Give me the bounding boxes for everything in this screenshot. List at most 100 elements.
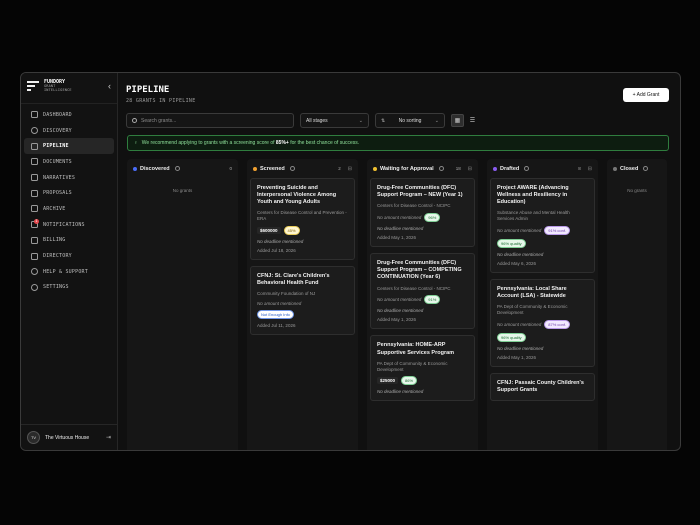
column-title: Closed <box>620 165 639 172</box>
sidebar-item-proposals[interactable]: PROPOSALS <box>24 185 114 201</box>
sort-select-value: No sorting <box>398 117 422 124</box>
card-added: Added May 1, 2026 <box>377 235 417 241</box>
column-screened: Screened 2 ⊟ Preventing Suicide and Inte… <box>247 159 358 450</box>
archive-icon <box>31 205 38 213</box>
lightbulb-icon: ♀ <box>134 140 138 146</box>
status-dot <box>253 166 257 171</box>
user-profile[interactable]: TV The Virtuous House ⇥ <box>21 424 117 450</box>
card-org: Centers for Disease Control - NCIPC <box>377 285 451 291</box>
column-menu-icon[interactable]: ⊟ <box>588 166 592 172</box>
status-dot <box>133 166 137 171</box>
column-menu-icon[interactable]: ⊟ <box>348 166 352 172</box>
logout-icon[interactable]: ⇥ <box>106 434 111 441</box>
help-icon <box>31 268 38 276</box>
column-menu-icon[interactable]: ⊟ <box>468 166 472 172</box>
quality-badge: 96% quality <box>497 333 526 343</box>
status-dot <box>613 166 617 171</box>
grant-card[interactable]: Pennsylvania: HOME-ARP Supportive Servic… <box>370 335 475 402</box>
column-header: Closed <box>607 159 667 178</box>
search-input[interactable] <box>141 117 281 124</box>
sidebar-nav: DASHBOARD DISCOVERY PIPELINE DOCUMENTS N… <box>21 103 117 295</box>
card-amount: $25000 <box>377 377 399 385</box>
grant-card[interactable]: Preventing Suicide and Interpersonal Vio… <box>250 178 355 261</box>
card-deadline: No deadline mentioned <box>497 346 544 352</box>
column-header: Drafted 8 ⊟ <box>487 159 598 178</box>
sidebar-item-discovery[interactable]: DISCOVERY <box>24 123 114 139</box>
column-count: 18 <box>455 166 461 171</box>
card-deadline: No deadline mentioned <box>497 252 544 258</box>
sidebar-item-archive[interactable]: ARCHIVE <box>24 201 114 217</box>
search-icon <box>132 118 137 123</box>
column-waiting-for-approval: Waiting for Approval 18 ⊟ Drug-Free Comm… <box>367 159 478 450</box>
card-added: Added May 6, 2026 <box>497 261 537 267</box>
quality-badge: 96% quality <box>497 239 526 249</box>
grant-card[interactable]: CFNJ: St. Clare's Children's Behavioral … <box>250 266 355 336</box>
grant-card[interactable]: Drug-Free Communities (DFC) Support Prog… <box>370 253 475 330</box>
info-icon[interactable] <box>174 166 180 171</box>
column-discovered: Discovered 0 No grants <box>127 159 238 450</box>
card-added: Added Jul 11, 2026 <box>257 323 296 329</box>
confidence-badge: 87% conf. <box>544 320 571 330</box>
column-header: Screened 2 ⊟ <box>247 159 358 178</box>
grant-card[interactable]: Project AWARE (Advancing Wellness and Re… <box>490 178 595 274</box>
sidebar-item-label: PIPELINE <box>43 143 69 150</box>
sidebar-item-directory[interactable]: DIRECTORY <box>24 248 114 264</box>
board-view-icon[interactable]: ▦ <box>451 114 464 127</box>
recommendation-banner: ♀ We recommend applying to grants with a… <box>127 135 669 151</box>
grant-card[interactable]: CFNJ: Passaic County Children's Support … <box>490 373 595 402</box>
add-grant-button[interactable]: + Add Grant <box>623 88 669 102</box>
card-added: Added Jul 18, 2026 <box>257 248 296 254</box>
file-icon <box>31 189 38 197</box>
sidebar-item-label: DISCOVERY <box>43 127 72 134</box>
card-title: Pennsylvania: HOME-ARP Supportive Servic… <box>377 342 455 356</box>
empty-state: No grants <box>627 188 647 193</box>
score-badge: 86% <box>401 376 418 386</box>
card-title: CFNJ: St. Clare's Children's Behavioral … <box>257 273 330 287</box>
card-deadline: No deadline mentioned <box>377 308 424 314</box>
card-deadline: No deadline mentioned <box>377 226 424 232</box>
column-count: 8 <box>578 166 581 171</box>
card-amount: No amount mentioned <box>377 215 422 221</box>
info-icon[interactable] <box>289 166 295 171</box>
fundory-logo-icon <box>27 81 39 91</box>
sidebar-item-label: NOTIFICATIONS <box>43 221 85 228</box>
sidebar-item-dashboard[interactable]: DASHBOARD <box>24 107 114 123</box>
collapse-sidebar-icon[interactable]: ‹ <box>108 81 111 91</box>
sidebar-item-billing[interactable]: BILLING <box>24 233 114 249</box>
info-icon[interactable] <box>643 166 649 171</box>
stage-select[interactable]: All stages ⌄ <box>300 113 369 128</box>
card-title: Drug-Free Communities (DFC) Support Prog… <box>377 260 462 281</box>
sidebar-item-pipeline[interactable]: PIPELINE <box>24 138 114 155</box>
grant-card[interactable]: Drug-Free Communities (DFC) Support Prog… <box>370 178 475 248</box>
info-icon[interactable] <box>438 166 444 171</box>
status-dot <box>373 166 377 171</box>
sidebar-item-label: BILLING <box>43 237 66 244</box>
kanban-board: Discovered 0 No grants Screened 2 ⊟ Prev… <box>127 159 667 450</box>
search-box <box>126 113 294 128</box>
column-title: Discovered <box>140 165 170 172</box>
book-icon <box>31 252 38 260</box>
info-icon[interactable] <box>524 166 530 171</box>
list-view-icon[interactable]: ☰ <box>466 114 479 127</box>
sidebar-item-label: DASHBOARD <box>43 111 72 118</box>
sidebar-item-notifications[interactable]: 1 NOTIFICATIONS <box>24 217 114 233</box>
score-badge: Not Enough Info <box>257 310 294 320</box>
app-window: FUNDORY GRANT INTELLIGENCE ‹ DASHBOARD D… <box>20 72 681 451</box>
chevron-down-icon: ⌄ <box>358 117 363 124</box>
card-title: Preventing Suicide and Interpersonal Vio… <box>257 185 337 206</box>
page-header: PIPELINE 28 GRANTS IN PIPELINE <box>126 85 196 104</box>
empty-state: No grants <box>172 188 193 193</box>
sort-select[interactable]: ⇅ No sorting ⌄ <box>375 113 445 128</box>
sidebar-item-help[interactable]: HELP & SUPPORT <box>24 264 114 280</box>
column-count: 2 <box>338 166 341 171</box>
grant-card[interactable]: Pennsylvania: Local Share Account (LSA) … <box>490 279 595 368</box>
search-icon <box>31 127 38 135</box>
gear-icon <box>31 283 38 291</box>
sidebar-item-narratives[interactable]: NARRATIVES <box>24 170 114 186</box>
sidebar-item-documents[interactable]: DOCUMENTS <box>24 154 114 170</box>
sidebar-item-settings[interactable]: SETTINGS <box>24 280 114 296</box>
card-amount: No amount mentioned <box>377 297 422 303</box>
card-amount: No amount mentioned <box>257 301 302 307</box>
card-title: Drug-Free Communities (DFC) Support Prog… <box>377 185 463 199</box>
toolbar: All stages ⌄ ⇅ No sorting ⌄ ▦ ☰ <box>126 113 479 128</box>
